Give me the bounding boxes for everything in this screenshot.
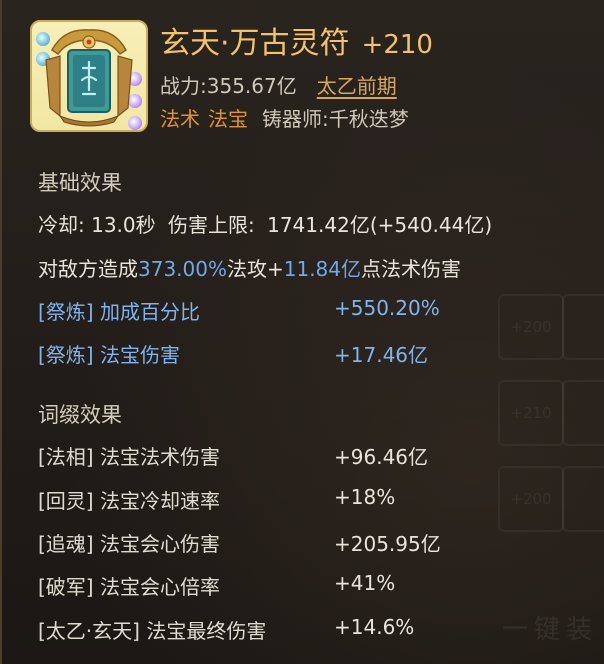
desc-percent: 373.00%: [138, 257, 227, 281]
affix-label: [太乙·玄天] 法宝最终伤害: [38, 619, 267, 643]
realm-link[interactable]: 太乙前期: [317, 74, 397, 98]
refine-artifact-damage-value: +17.46亿: [334, 343, 429, 367]
desc-mid: 法攻+: [226, 257, 284, 281]
background-slot-decoration: [562, 294, 604, 360]
background-button-decoration: 一键装: [501, 615, 598, 645]
refine-bonus-pct-value: +550.20%: [334, 296, 440, 320]
affix-value: +14.6%: [334, 615, 415, 639]
type-tag: 法术: [160, 107, 200, 131]
cooldown-label: 冷却:: [38, 213, 85, 237]
refine-bonus-pct-label: [祭炼] 加成百分比: [38, 300, 200, 324]
maker-label: 铸器师:: [262, 107, 329, 131]
power-line: 战力:355.67亿 太乙前期: [160, 70, 397, 99]
item-icon-frame[interactable]: [30, 20, 148, 132]
desc-prefix: 对敌方造成: [38, 257, 138, 281]
maker-name: 千秋迭梦: [328, 107, 409, 131]
desc-suffix: 点法术伤害: [361, 257, 462, 281]
affix-effects-title: 词缀效果: [38, 403, 122, 427]
background-slot-decoration: +210: [498, 380, 564, 446]
desc-flat: 11.84亿: [283, 257, 362, 281]
refine-artifact-damage-label: [祭炼] 法宝伤害: [38, 343, 180, 367]
background-slot-decoration: +200: [498, 466, 564, 532]
item-tooltip: +200 +210 +200 一键装 玄天·万古灵符 +210 战力:355.6…: [0, 0, 604, 664]
affix-value: +18%: [334, 485, 396, 509]
cooldown-damage-row: 冷却: 13.0秒 伤害上限: 1741.42亿(+540.44亿): [38, 209, 492, 238]
item-name: 玄天·万古灵符 +210: [160, 18, 433, 62]
background-slot-decoration: [562, 380, 604, 446]
affix-label: [追魂] 法宝会心伤害: [38, 532, 220, 556]
item-name-text: 玄天·万古灵符: [160, 26, 350, 61]
affix-value: +96.46亿: [334, 445, 429, 469]
affix-label: [回灵] 法宝冷却速率: [38, 489, 220, 513]
basic-effects-title: 基础效果: [38, 171, 122, 195]
power-label: 战力:: [160, 74, 207, 98]
affix-label: [法相] 法宝法术伤害: [38, 445, 220, 469]
enhance-level: +210: [361, 30, 433, 60]
category-tag: 法宝: [208, 107, 248, 131]
affix-value: +205.95亿: [334, 532, 441, 556]
power-value: 355.67亿: [206, 74, 297, 98]
damage-cap-value: 1741.42亿(+540.44亿): [267, 213, 493, 237]
talisman-artifact-icon: [45, 29, 133, 127]
affix-label: [破军] 法宝会心倍率: [38, 575, 220, 599]
damage-description: 对敌方造成373.00%法攻+11.84亿点法术伤害: [38, 253, 461, 282]
item-tags-line: 法术 法宝 铸器师:千秋迭梦: [160, 103, 409, 132]
cooldown-value: 13.0秒: [91, 213, 156, 237]
background-slot-decoration: +200: [498, 294, 564, 360]
background-slot-decoration: [562, 466, 604, 532]
affix-value: +41%: [334, 571, 396, 595]
damage-cap-label: 伤害上限:: [168, 213, 255, 237]
